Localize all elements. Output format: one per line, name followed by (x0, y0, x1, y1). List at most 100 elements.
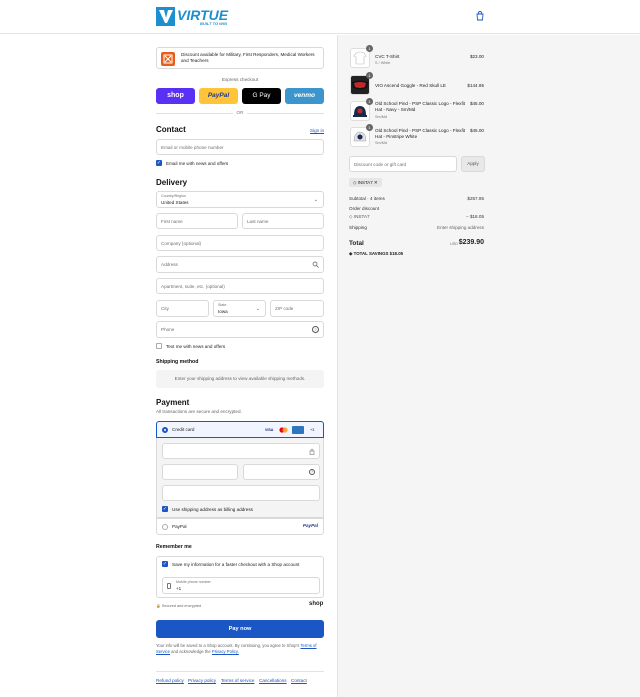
discount-input[interactable]: Discount code or gift card (349, 156, 457, 172)
last-name-field[interactable]: Last name (242, 213, 324, 229)
product-price: $23.00 (469, 54, 484, 59)
delivery-heading: Delivery (156, 178, 188, 187)
discount-banner: Discount available for Military, First R… (156, 47, 324, 69)
search-icon (312, 261, 319, 270)
apartment-field[interactable]: Apartment, suite, etc. (optional) (156, 278, 324, 294)
radio-unselected[interactable] (162, 524, 168, 530)
state-value: Iowa (218, 309, 228, 314)
footer-contact-link[interactable]: Contact (291, 678, 307, 683)
help-icon[interactable]: ? (309, 469, 315, 475)
shop-pay-button[interactable]: shop (156, 88, 195, 104)
city-field[interactable]: City (156, 300, 209, 317)
virtue-logo[interactable]: VIRTUE BUILT TO WIN (156, 7, 256, 26)
secure-line: 🔒 Secured and encrypted (156, 603, 201, 608)
card-fields-panel: ? ✓ Use shipping address as billing addr… (156, 438, 324, 518)
footer-cancellations-link[interactable]: Cancellations (259, 678, 287, 683)
card-number-field[interactable] (162, 443, 320, 459)
shipping-note-box: Enter your shipping address to view avai… (156, 370, 324, 388)
gpay-button[interactable]: G Pay (242, 88, 281, 104)
pay-now-label: Pay now (228, 626, 252, 632)
product-name: Old School Pind - PSP Classic Logo - Fle… (375, 128, 466, 139)
phone-placeholder: Phone (161, 327, 175, 332)
company-placeholder: Company (optional) (161, 241, 202, 246)
state-label: State (218, 303, 227, 307)
city-placeholder: City (161, 306, 169, 311)
phone-field[interactable]: Phone ? (156, 321, 324, 338)
paypal-label: PayPal (207, 92, 230, 99)
remember-heading: Remember me (156, 544, 192, 550)
text-news-checkbox[interactable] (156, 343, 162, 349)
lock-icon (309, 448, 315, 457)
shipping-note: Enter your shipping address to view avai… (174, 376, 306, 381)
shipping-heading: Shipping method (156, 359, 199, 365)
more-cards-label: +3 (310, 428, 315, 432)
quantity-badge: 1 (366, 98, 373, 105)
product-name: Old School Pind - PSP Classic Logo - Fle… (375, 101, 466, 112)
help-icon[interactable]: ? (312, 326, 319, 333)
zip-field[interactable]: ZIP code (270, 300, 324, 317)
quantity-badge: 1 (366, 72, 373, 79)
legal-text: Your info will be saved to a Shop accoun… (156, 643, 324, 655)
or-label: OR (233, 110, 247, 115)
product-price: $45.00 (469, 128, 484, 133)
apply-label: Apply (467, 161, 479, 166)
payment-subtext: All transactions are secure and encrypte… (156, 409, 242, 414)
product-variant: Sm/Md (375, 115, 388, 119)
close-icon[interactable]: ✕ (374, 180, 378, 185)
discount-value: − $18.05 (465, 214, 484, 219)
venmo-button[interactable]: venmo (285, 88, 324, 104)
shop-pay-label: shop (167, 92, 184, 99)
email-field[interactable]: Email or mobile phone number (156, 139, 324, 155)
paypal-button[interactable]: PayPal (199, 88, 238, 104)
save-info-checkbox[interactable]: ✓ (162, 561, 168, 567)
credit-card-option[interactable]: Credit card VISA +3 (156, 421, 324, 438)
footer-privacy-link[interactable]: Privacy policy (188, 678, 216, 683)
remember-panel: ✓ Save my information for a faster check… (156, 556, 324, 598)
address-placeholder: Address (161, 262, 178, 267)
pay-now-button[interactable]: Pay now (156, 620, 324, 638)
country-value: United States (161, 200, 189, 205)
email-placeholder: Email or mobile phone number (161, 145, 224, 150)
cvv-field[interactable]: ? (243, 464, 320, 480)
paypal-logo: PayPal (302, 523, 318, 528)
discount-code-line: ◇ INSTA7 (349, 214, 370, 220)
quantity-badge: 1 (366, 45, 373, 52)
radio-selected[interactable] (162, 427, 168, 433)
apply-button[interactable]: Apply (461, 156, 485, 172)
savings-icon: ◈ (349, 251, 353, 256)
footer-terms-link[interactable]: Terms of service (221, 678, 254, 683)
sign-in-link[interactable]: Sign in (310, 128, 324, 133)
brand-tagline: BUILT TO WIN (200, 21, 227, 26)
product-variant: S / White (375, 61, 391, 65)
cart-icon[interactable] (475, 11, 485, 21)
mobile-phone-field[interactable]: Mobile phone number +1 (162, 577, 320, 594)
footer-refund-link[interactable]: Refund policy (156, 678, 184, 683)
text-news-label: Text me with news and offers (166, 344, 226, 349)
secure-label: Secured and encrypted (161, 604, 202, 608)
email-news-checkbox[interactable]: ✓ (156, 160, 162, 166)
state-select[interactable]: State Iowa ⌄ (213, 300, 266, 317)
name-on-card-field[interactable] (162, 485, 320, 501)
credit-card-label: Credit card (172, 427, 195, 432)
address-field[interactable]: Address (156, 256, 324, 273)
privacy-link[interactable]: Privacy Policy. (212, 649, 239, 654)
discount-tag: ◇ INSTA7 ✕ (349, 178, 382, 187)
product-name: CVC T-Shirt (375, 54, 400, 59)
legal-text-1: Your info will be saved to a Shop accoun… (156, 643, 300, 648)
mastercard-icon (279, 427, 288, 433)
tag-icon: ◇ (349, 214, 353, 219)
footer-divider (156, 671, 324, 672)
contact-heading: Contact (156, 125, 186, 134)
phone-icon (167, 583, 171, 589)
first-name-field[interactable]: First name (156, 213, 238, 229)
billing-same-checkbox[interactable]: ✓ (162, 506, 168, 512)
mobile-value: +1 (176, 586, 182, 591)
expiry-field[interactable] (162, 464, 238, 480)
company-field[interactable]: Company (optional) (156, 235, 324, 251)
venmo-label: venmo (294, 92, 315, 99)
billing-same-label: Use shipping address as billing address (172, 507, 253, 512)
paypal-option[interactable]: PayPal PayPal (156, 518, 324, 535)
country-select[interactable]: Country/Region United States ⌄ (156, 191, 324, 208)
payment-heading: Payment (156, 398, 190, 407)
product-variant: Sm/Md (375, 141, 388, 145)
